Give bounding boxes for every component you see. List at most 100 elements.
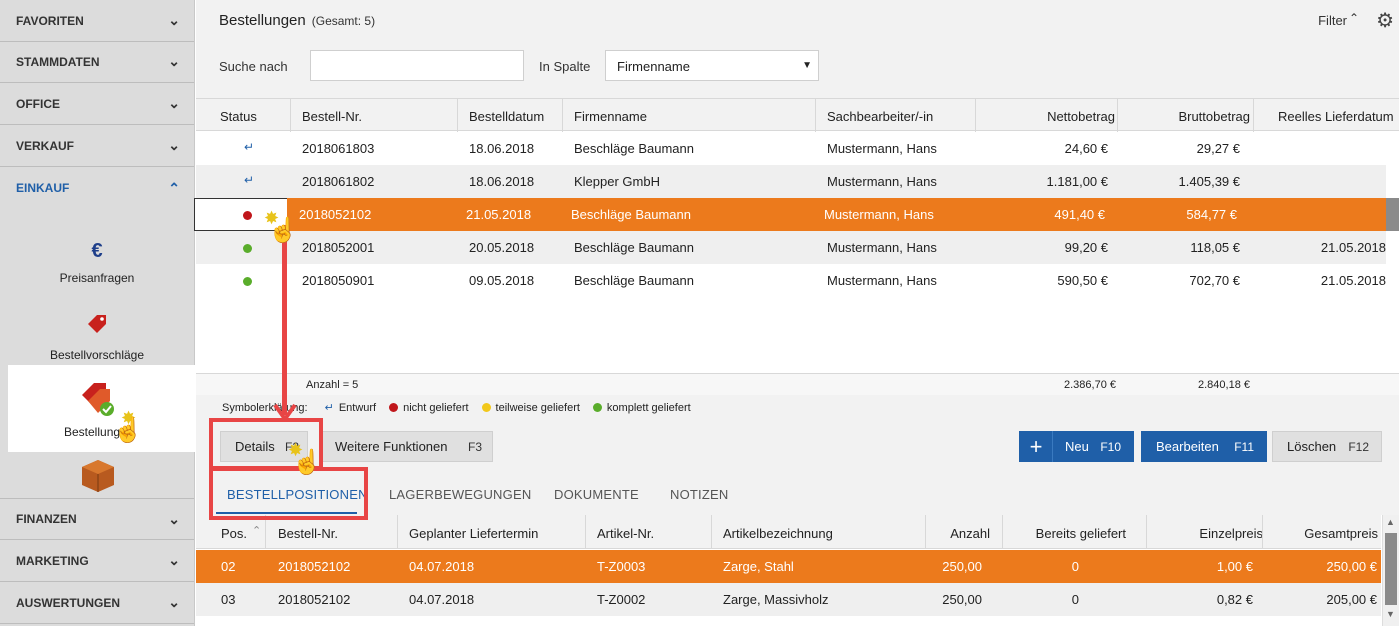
chevron-up-icon: ⌃ bbox=[168, 179, 180, 196]
cell-bearbeiter: Mustermann, Hans bbox=[827, 141, 937, 156]
search-input[interactable] bbox=[310, 50, 524, 81]
sidebar-item-verkauf[interactable]: VERKAUF ⌄ bbox=[0, 125, 194, 167]
draft-icon: ↵ bbox=[324, 402, 334, 414]
orders-table-header: Status Bestell-Nr. Bestelldatum Firmenna… bbox=[196, 98, 1399, 132]
cell-datum: 20.05.2018 bbox=[469, 240, 535, 255]
column-select[interactable]: Firmenname ▼ bbox=[605, 50, 819, 81]
col-header-datum[interactable]: Bestelldatum bbox=[469, 109, 544, 124]
scroll-up-icon[interactable]: ▲ bbox=[1386, 517, 1395, 527]
cell-bezeichnung: Zarge, Massivholz bbox=[723, 592, 829, 607]
main-panel: Bestellungen (Gesamt: 5) Filter ⌃ ⚙ Suche… bbox=[194, 0, 1399, 626]
sidebar-item-auswertungen[interactable]: AUSWERTUNGEN ⌄ bbox=[0, 582, 194, 624]
sidebar-sub-preisanfragen[interactable]: € Preisanfragen bbox=[0, 240, 194, 285]
cell-firma: Beschläge Baumann bbox=[574, 240, 694, 255]
col-header-firma[interactable]: Firmenname bbox=[574, 109, 647, 124]
neu-button[interactable]: + Neu F10 bbox=[1019, 431, 1134, 462]
neu-shortcut: F10 bbox=[1100, 439, 1121, 454]
search-label: Suche nach bbox=[219, 59, 288, 74]
col-header-gesamt[interactable]: Gesamtpreis bbox=[1304, 526, 1378, 541]
page-title-text: Bestellungen bbox=[219, 12, 306, 29]
sidebar-sub-bestellvorschlaege[interactable]: Bestellvorschläge bbox=[0, 313, 194, 362]
col-header-geliefert[interactable]: Bereits geliefert bbox=[1036, 526, 1126, 541]
table-row[interactable]: 2018052001 20.05.2018 Beschläge Baumann … bbox=[196, 231, 1386, 264]
cell-firma: Beschläge Baumann bbox=[571, 207, 691, 222]
cell-geliefert: 0 bbox=[1071, 559, 1079, 574]
table-row[interactable]: ↵ 2018061802 18.06.2018 Klepper GmbH Mus… bbox=[196, 165, 1386, 198]
scrollbar-thumb[interactable] bbox=[1386, 198, 1399, 231]
cell-termin: 04.07.2018 bbox=[409, 559, 475, 574]
col-header-einzel[interactable]: Einzelpreis bbox=[1199, 526, 1263, 541]
col-header-anzahl[interactable]: Anzahl bbox=[950, 526, 990, 541]
col-header-termin[interactable]: Geplanter Liefertermin bbox=[409, 526, 538, 541]
chevron-down-icon: ⌄ bbox=[168, 12, 180, 28]
positions-row[interactable]: 03 2018052102 04.07.2018 T-Z0002 Zarge, … bbox=[196, 583, 1381, 616]
chevron-down-icon: ⌄ bbox=[168, 594, 180, 610]
cell-nr: 2018052102 bbox=[278, 559, 351, 574]
sidebar-item-favoriten[interactable]: FAVORITEN ⌄ bbox=[0, 0, 194, 42]
cell-datum: 21.05.2018 bbox=[466, 207, 532, 222]
neu-button-label: Neu bbox=[1065, 439, 1089, 454]
table-row-selected[interactable]: 2018052102 21.05.2018 Beschläge Baumann … bbox=[194, 198, 1386, 231]
table-row[interactable]: 2018050901 09.05.2018 Beschläge Baumann … bbox=[196, 264, 1386, 297]
col-header-bearbeiter[interactable]: Sachbearbeiter/-in bbox=[827, 109, 933, 124]
scrollbar-thumb[interactable] bbox=[1385, 533, 1397, 605]
cell-nr: 2018061803 bbox=[302, 141, 375, 156]
table-row[interactable]: ↵ 2018061803 18.06.2018 Beschläge Bauman… bbox=[196, 132, 1386, 165]
cell-pos: 02 bbox=[221, 559, 236, 574]
orders-table: Status Bestell-Nr. Bestelldatum Firmenna… bbox=[194, 98, 1399, 373]
sidebar-item-finanzen[interactable]: FINANZEN ⌄ bbox=[0, 498, 194, 540]
filter-toggle[interactable]: Filter bbox=[1318, 13, 1347, 28]
weitere-shortcut: F3 bbox=[467, 439, 482, 454]
weitere-funktionen-button[interactable]: Weitere Funktionen F3 bbox=[320, 431, 493, 462]
sidebar-item-label: MARKETING bbox=[16, 553, 89, 568]
col-header-pos[interactable]: Pos. bbox=[221, 526, 247, 541]
col-header-status[interactable]: Status bbox=[220, 109, 257, 124]
col-header-bezeichnung[interactable]: Artikelbezeichnung bbox=[723, 526, 833, 541]
bearbeiten-shortcut: F11 bbox=[1234, 439, 1254, 454]
cell-brutto: 584,77 € bbox=[1186, 207, 1237, 222]
gear-icon[interactable]: ⚙ bbox=[1376, 8, 1394, 33]
tag-icon bbox=[88, 315, 106, 333]
col-header-nr[interactable]: Bestell-Nr. bbox=[278, 526, 338, 541]
positions-scrollbar[interactable]: ▲ ▼ bbox=[1382, 515, 1399, 626]
cell-nr: 2018061802 bbox=[302, 174, 375, 189]
cell-artikel: T-Z0002 bbox=[597, 592, 646, 607]
cell-brutto: 118,05 € bbox=[1190, 240, 1240, 255]
orders-summary: Anzahl = 5 2.386,70 € 2.840,18 € bbox=[196, 373, 1399, 395]
cell-netto: 24,60 € bbox=[1064, 141, 1108, 156]
cell-netto: 590,50 € bbox=[1057, 273, 1108, 288]
detail-tabs: BESTELLPOSITIONEN LAGERBEWEGUNGEN DOKUME… bbox=[196, 468, 1399, 514]
tab-lagerbewegungen[interactable]: LAGERBEWEGUNGEN bbox=[389, 487, 531, 502]
cell-netto: 1.181,00 € bbox=[1046, 174, 1108, 189]
column-select-value: Firmenname bbox=[617, 59, 690, 74]
sidebar-item-label: VERKAUF bbox=[16, 138, 75, 153]
sidebar-sub-bestellungen[interactable]: Bestellungen bbox=[8, 365, 195, 452]
chevron-up-icon[interactable]: ⌃ bbox=[1349, 11, 1359, 25]
bearbeiten-button[interactable]: Bearbeiten F11 bbox=[1141, 431, 1267, 462]
weitere-button-label: Weitere Funktionen bbox=[335, 439, 448, 454]
cell-bearbeiter: Mustermann, Hans bbox=[827, 273, 937, 288]
cell-brutto: 702,70 € bbox=[1189, 273, 1240, 288]
tab-dokumente[interactable]: DOKUMENTE bbox=[554, 487, 639, 502]
euro-icon: € bbox=[91, 240, 103, 262]
cell-gesamt: 205,00 € bbox=[1326, 592, 1377, 607]
tab-notizen[interactable]: NOTIZEN bbox=[670, 487, 728, 502]
scroll-down-icon[interactable]: ▼ bbox=[1386, 609, 1395, 619]
positions-row-selected[interactable]: 02 2018052102 04.07.2018 T-Z0003 Zarge, … bbox=[196, 550, 1381, 583]
sidebar-item-einkauf[interactable]: EINKAUF ⌃ bbox=[0, 167, 194, 209]
sidebar-item-office[interactable]: OFFICE ⌄ bbox=[0, 83, 194, 125]
sidebar-item-marketing[interactable]: MARKETING ⌄ bbox=[0, 540, 194, 582]
col-header-liefer[interactable]: Reelles Lieferdatum bbox=[1278, 109, 1394, 124]
legend-red-dot bbox=[389, 403, 399, 412]
loeschen-shortcut: F12 bbox=[1348, 439, 1369, 454]
cell-geliefert: 0 bbox=[1071, 592, 1079, 607]
cell-gesamt: 250,00 € bbox=[1326, 559, 1377, 574]
col-header-nr[interactable]: Bestell-Nr. bbox=[302, 109, 362, 124]
col-header-brutto[interactable]: Bruttobetrag bbox=[1178, 109, 1250, 124]
sidebar-item-label: OFFICE bbox=[16, 96, 60, 111]
col-header-artikel[interactable]: Artikel-Nr. bbox=[597, 526, 654, 541]
sidebar-item-stammdaten[interactable]: STAMMDATEN ⌄ bbox=[0, 41, 194, 83]
loeschen-button[interactable]: Löschen F12 bbox=[1272, 431, 1382, 462]
col-header-netto[interactable]: Nettobetrag bbox=[1047, 109, 1115, 124]
annotation-arrow-line bbox=[282, 225, 287, 415]
